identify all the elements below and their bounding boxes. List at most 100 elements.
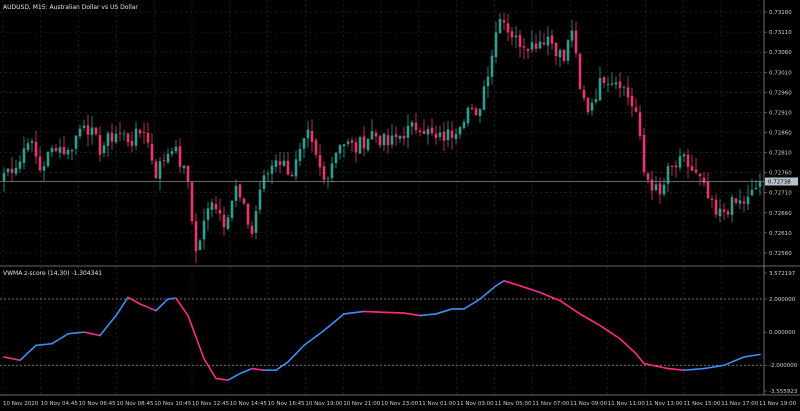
candle-body[interactable]	[718, 208, 722, 217]
candle-body[interactable]	[690, 166, 694, 171]
candle-body[interactable]	[750, 189, 754, 196]
candle-body[interactable]	[234, 185, 238, 201]
candle-body[interactable]	[694, 169, 698, 173]
candle-body[interactable]	[438, 132, 442, 137]
candle-body[interactable]	[102, 145, 106, 154]
candle-body[interactable]	[646, 173, 650, 180]
candle-body[interactable]	[126, 133, 130, 143]
candle-body[interactable]	[182, 165, 186, 169]
candle-body[interactable]	[682, 154, 686, 157]
candle-body[interactable]	[586, 97, 590, 113]
candle-body[interactable]	[178, 146, 182, 167]
candle-body[interactable]	[218, 209, 222, 214]
candle-body[interactable]	[198, 240, 202, 251]
candle-body[interactable]	[386, 135, 390, 146]
candle-body[interactable]	[402, 135, 406, 139]
candle-body[interactable]	[366, 138, 370, 151]
candle-body[interactable]	[418, 130, 422, 133]
candle-body[interactable]	[442, 131, 446, 141]
candle-body[interactable]	[702, 177, 706, 184]
candle-body[interactable]	[302, 138, 306, 149]
candle-body[interactable]	[142, 132, 146, 133]
candle-body[interactable]	[534, 43, 538, 49]
candle-body[interactable]	[262, 175, 266, 189]
candle-body[interactable]	[622, 86, 626, 88]
candle-body[interactable]	[222, 214, 226, 228]
candle-body[interactable]	[46, 152, 50, 166]
candle-body[interactable]	[578, 53, 582, 89]
candle-body[interactable]	[90, 127, 94, 136]
candle-body[interactable]	[314, 140, 318, 155]
candle-body[interactable]	[2, 172, 6, 181]
candle-body[interactable]	[214, 203, 218, 210]
candle-body[interactable]	[570, 30, 574, 41]
candle-body[interactable]	[726, 211, 730, 215]
candle-body[interactable]	[186, 165, 190, 182]
candle-body[interactable]	[558, 50, 562, 58]
candle-body[interactable]	[614, 82, 618, 85]
candle-body[interactable]	[298, 148, 302, 161]
candle-body[interactable]	[106, 133, 110, 147]
candle-body[interactable]	[538, 41, 542, 49]
candle-body[interactable]	[174, 146, 178, 152]
candle-body[interactable]	[250, 225, 254, 234]
candle-body[interactable]	[86, 125, 90, 135]
candle-body[interactable]	[330, 163, 334, 179]
candle-body[interactable]	[158, 161, 162, 179]
candle-body[interactable]	[62, 147, 66, 155]
candle-body[interactable]	[710, 198, 714, 200]
candle-body[interactable]	[378, 136, 382, 146]
candle-body[interactable]	[138, 130, 142, 134]
candle-body[interactable]	[642, 134, 646, 173]
candle-body[interactable]	[134, 128, 138, 146]
candle-body[interactable]	[78, 128, 82, 137]
candle-body[interactable]	[54, 148, 58, 152]
candle-body[interactable]	[498, 19, 502, 34]
candle-body[interactable]	[566, 40, 570, 61]
candle-body[interactable]	[38, 156, 42, 171]
candle-body[interactable]	[226, 217, 230, 229]
candle-body[interactable]	[562, 49, 566, 62]
candle-body[interactable]	[50, 148, 54, 153]
candle-body[interactable]	[230, 200, 234, 218]
candle-body[interactable]	[478, 109, 482, 117]
candle-body[interactable]	[698, 173, 702, 177]
candle-body[interactable]	[34, 141, 38, 157]
candle-body[interactable]	[554, 42, 558, 57]
candle-body[interactable]	[410, 122, 414, 127]
candle-body[interactable]	[70, 150, 74, 152]
candle-body[interactable]	[114, 133, 118, 143]
candle-body[interactable]	[74, 135, 78, 149]
candle-body[interactable]	[10, 168, 14, 173]
candle-body[interactable]	[602, 77, 606, 83]
candle-body[interactable]	[662, 184, 666, 195]
candle-body[interactable]	[310, 130, 314, 142]
candle-body[interactable]	[638, 112, 642, 137]
candle-body[interactable]	[350, 140, 354, 143]
candle-body[interactable]	[482, 86, 486, 110]
candle-body[interactable]	[490, 55, 494, 77]
candle-body[interactable]	[294, 159, 298, 177]
candle-body[interactable]	[118, 133, 122, 134]
candle-body[interactable]	[590, 102, 594, 111]
candle-body[interactable]	[466, 107, 470, 124]
candle-body[interactable]	[510, 31, 514, 38]
candle-body[interactable]	[210, 202, 214, 210]
candle-body[interactable]	[242, 198, 246, 204]
candle-body[interactable]	[426, 129, 430, 135]
candle-body[interactable]	[282, 160, 286, 166]
candle-body[interactable]	[706, 181, 710, 199]
candle-body[interactable]	[422, 130, 426, 135]
candle-body[interactable]	[530, 42, 534, 50]
candle-body[interactable]	[266, 173, 270, 175]
candle-body[interactable]	[398, 136, 402, 139]
candle-body[interactable]	[258, 189, 262, 210]
candle-body[interactable]	[334, 152, 338, 164]
candle-body[interactable]	[370, 131, 374, 140]
candle-body[interactable]	[454, 133, 458, 140]
chart-canvas[interactable]: 0.73160 0.73110 0.73060 0.73010 0.72960 0.729…	[0, 0, 800, 411]
candle-body[interactable]	[390, 135, 394, 145]
candle-body[interactable]	[322, 166, 326, 180]
candle-body[interactable]	[686, 154, 690, 167]
candle-body[interactable]	[110, 132, 114, 142]
